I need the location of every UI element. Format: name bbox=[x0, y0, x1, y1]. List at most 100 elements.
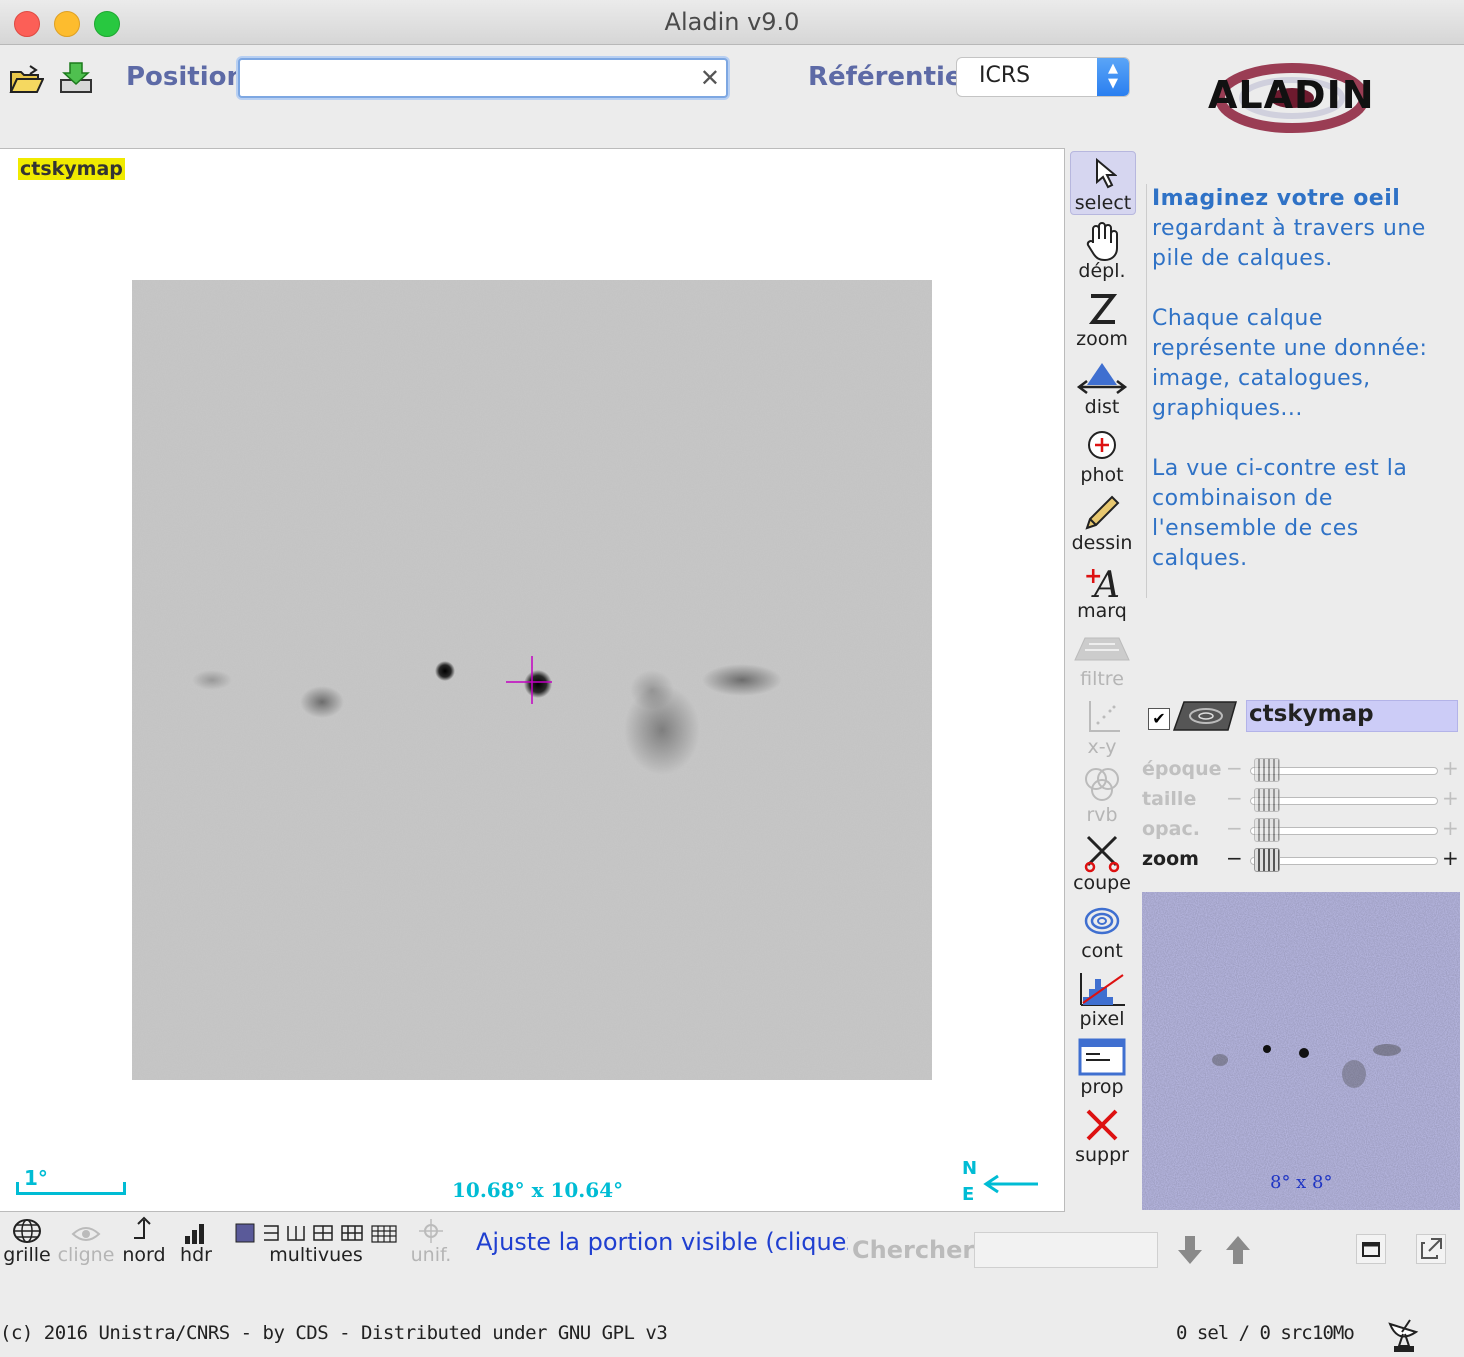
slider-label: époque bbox=[1142, 758, 1222, 780]
contour-icon bbox=[1070, 900, 1134, 942]
arrow-up-icon[interactable] bbox=[1224, 1234, 1252, 1266]
image-layer-icon[interactable] bbox=[1172, 698, 1242, 734]
north-arrow-icon bbox=[120, 1216, 168, 1244]
tool-label: coupe bbox=[1073, 872, 1131, 894]
plus-icon[interactable]: + bbox=[1442, 846, 1459, 870]
plus-icon[interactable]: + bbox=[1442, 816, 1459, 840]
slider-epoque[interactable]: époque − + bbox=[1142, 756, 1460, 782]
dist-arrows-icon bbox=[1070, 356, 1134, 398]
tool-suppr[interactable]: suppr bbox=[1070, 1104, 1134, 1166]
tool-marq[interactable]: + A marq bbox=[1070, 560, 1134, 622]
tool-filtre[interactable]: filtre bbox=[1070, 628, 1134, 690]
tool-dist[interactable]: dist bbox=[1070, 356, 1134, 418]
search-label: Chercher bbox=[852, 1236, 975, 1264]
tool-pixel[interactable]: pixel bbox=[1070, 968, 1134, 1030]
slider-label: zoom bbox=[1142, 848, 1199, 870]
referentiel-label: Référentiel bbox=[808, 62, 972, 92]
histogram-icon bbox=[1070, 968, 1134, 1010]
tool-label: marq bbox=[1077, 600, 1127, 622]
layer-visibility-checkbox[interactable]: ✔ bbox=[1148, 708, 1170, 730]
zoom-preview[interactable] bbox=[1142, 892, 1460, 1210]
search-input[interactable] bbox=[974, 1232, 1158, 1268]
sky-image[interactable] bbox=[132, 280, 932, 1080]
tool-prop[interactable]: prop bbox=[1070, 1036, 1134, 1098]
photometry-icon bbox=[1070, 424, 1134, 466]
help-panel: Imaginez votre oeil regardant à travers u… bbox=[1152, 184, 1452, 604]
minus-icon[interactable]: − bbox=[1226, 846, 1243, 870]
hdr-label: hdr bbox=[180, 1244, 212, 1266]
slider-opacity[interactable]: opac. − + bbox=[1142, 816, 1460, 842]
slider-knob[interactable] bbox=[1254, 758, 1280, 782]
tool-zoom[interactable]: zoom bbox=[1070, 288, 1134, 350]
compass-arrow-icon bbox=[983, 1174, 1038, 1194]
compass-north: N bbox=[962, 1158, 978, 1179]
slider-knob[interactable] bbox=[1254, 788, 1280, 812]
view-layer-label: ctskymap bbox=[18, 158, 125, 180]
position-input[interactable] bbox=[244, 60, 688, 96]
tool-phot[interactable]: phot bbox=[1070, 424, 1134, 486]
tool-label: phot bbox=[1080, 464, 1124, 486]
tool-coupe[interactable]: coupe bbox=[1070, 832, 1134, 894]
plus-icon[interactable]: + bbox=[1442, 786, 1459, 810]
tool-depl[interactable]: dépl. bbox=[1070, 220, 1134, 282]
open-folder-icon[interactable] bbox=[8, 62, 45, 102]
tool-rvb[interactable]: rvb bbox=[1070, 764, 1134, 826]
status-message: Ajuste la portion visible (cliquez bbox=[476, 1228, 848, 1256]
select-arrows-icon: ▲ ▼ bbox=[1097, 58, 1129, 96]
multivues-label: multivues bbox=[269, 1244, 363, 1266]
slider-knob[interactable] bbox=[1254, 818, 1280, 842]
satellite-dish-icon[interactable] bbox=[1386, 1314, 1420, 1354]
help-text: La vue ci-contre est la combinaison de l… bbox=[1152, 456, 1408, 571]
plus-icon[interactable]: + bbox=[1442, 756, 1459, 780]
multivues-button[interactable]: multivues bbox=[230, 1216, 402, 1266]
slider-knob[interactable] bbox=[1254, 848, 1280, 872]
download-icon[interactable] bbox=[58, 60, 94, 100]
unif-label: unif. bbox=[410, 1244, 452, 1266]
multiview-grid-icon bbox=[230, 1216, 402, 1244]
grille-button[interactable]: grille bbox=[2, 1216, 52, 1266]
position-label: Position bbox=[126, 62, 246, 92]
tool-label: prop bbox=[1080, 1076, 1124, 1098]
copyright-text: (c) 2016 Unistra/CNRS - by CDS - Distrib… bbox=[0, 1322, 668, 1344]
minus-icon[interactable]: − bbox=[1226, 756, 1243, 780]
cursor-icon bbox=[1071, 152, 1135, 194]
scale-bar bbox=[16, 1182, 126, 1195]
zoom-z-icon bbox=[1070, 288, 1134, 330]
globe-grid-icon bbox=[2, 1216, 52, 1244]
referentiel-select[interactable]: ICRS ▲ ▼ bbox=[956, 57, 1130, 97]
preview-fov: 8° x 8° bbox=[1270, 1172, 1333, 1193]
tool-label: x-y bbox=[1087, 736, 1117, 758]
selection-count: 0 sel / 0 src bbox=[1176, 1322, 1313, 1344]
svg-text:ALADIN: ALADIN bbox=[1208, 73, 1375, 117]
hand-icon bbox=[1070, 220, 1134, 262]
help-heading: Imaginez votre oeil bbox=[1152, 186, 1401, 211]
title-bar: Aladin v9.0 bbox=[0, 0, 1464, 45]
tool-cont[interactable]: cont bbox=[1070, 900, 1134, 962]
window-button[interactable] bbox=[1356, 1234, 1386, 1264]
rgb-circles-icon bbox=[1070, 764, 1134, 806]
layer-name[interactable]: ctskymap bbox=[1246, 700, 1458, 732]
help-text: Chaque calque représente une donnée: ima… bbox=[1152, 306, 1428, 421]
slider-taille[interactable]: taille − + bbox=[1142, 786, 1460, 812]
nord-button[interactable]: nord bbox=[120, 1216, 168, 1266]
eye-icon bbox=[56, 1216, 116, 1244]
referentiel-value: ICRS bbox=[979, 63, 1031, 88]
unif-button[interactable]: unif. bbox=[406, 1216, 456, 1266]
tool-xy[interactable]: x-y bbox=[1070, 696, 1134, 758]
tool-label: select bbox=[1074, 192, 1132, 214]
minus-icon[interactable]: − bbox=[1226, 786, 1243, 810]
external-window-button[interactable] bbox=[1416, 1234, 1446, 1264]
slider-zoom[interactable]: zoom − + bbox=[1142, 846, 1460, 872]
tool-label: dessin bbox=[1071, 532, 1133, 554]
tool-select[interactable]: select bbox=[1070, 151, 1136, 215]
position-field[interactable]: ✕ bbox=[238, 58, 728, 98]
compass-east: E bbox=[962, 1184, 975, 1205]
clear-icon[interactable]: ✕ bbox=[700, 64, 720, 92]
marker-a-icon: + A bbox=[1070, 560, 1134, 602]
hdr-button[interactable]: hdr bbox=[176, 1216, 216, 1266]
arrow-down-icon[interactable] bbox=[1176, 1234, 1204, 1266]
tool-dessin[interactable]: dessin bbox=[1070, 492, 1134, 554]
memory-usage: 10Mo bbox=[1312, 1322, 1355, 1344]
minus-icon[interactable]: − bbox=[1226, 816, 1243, 840]
cligne-button[interactable]: cligne bbox=[56, 1216, 116, 1266]
